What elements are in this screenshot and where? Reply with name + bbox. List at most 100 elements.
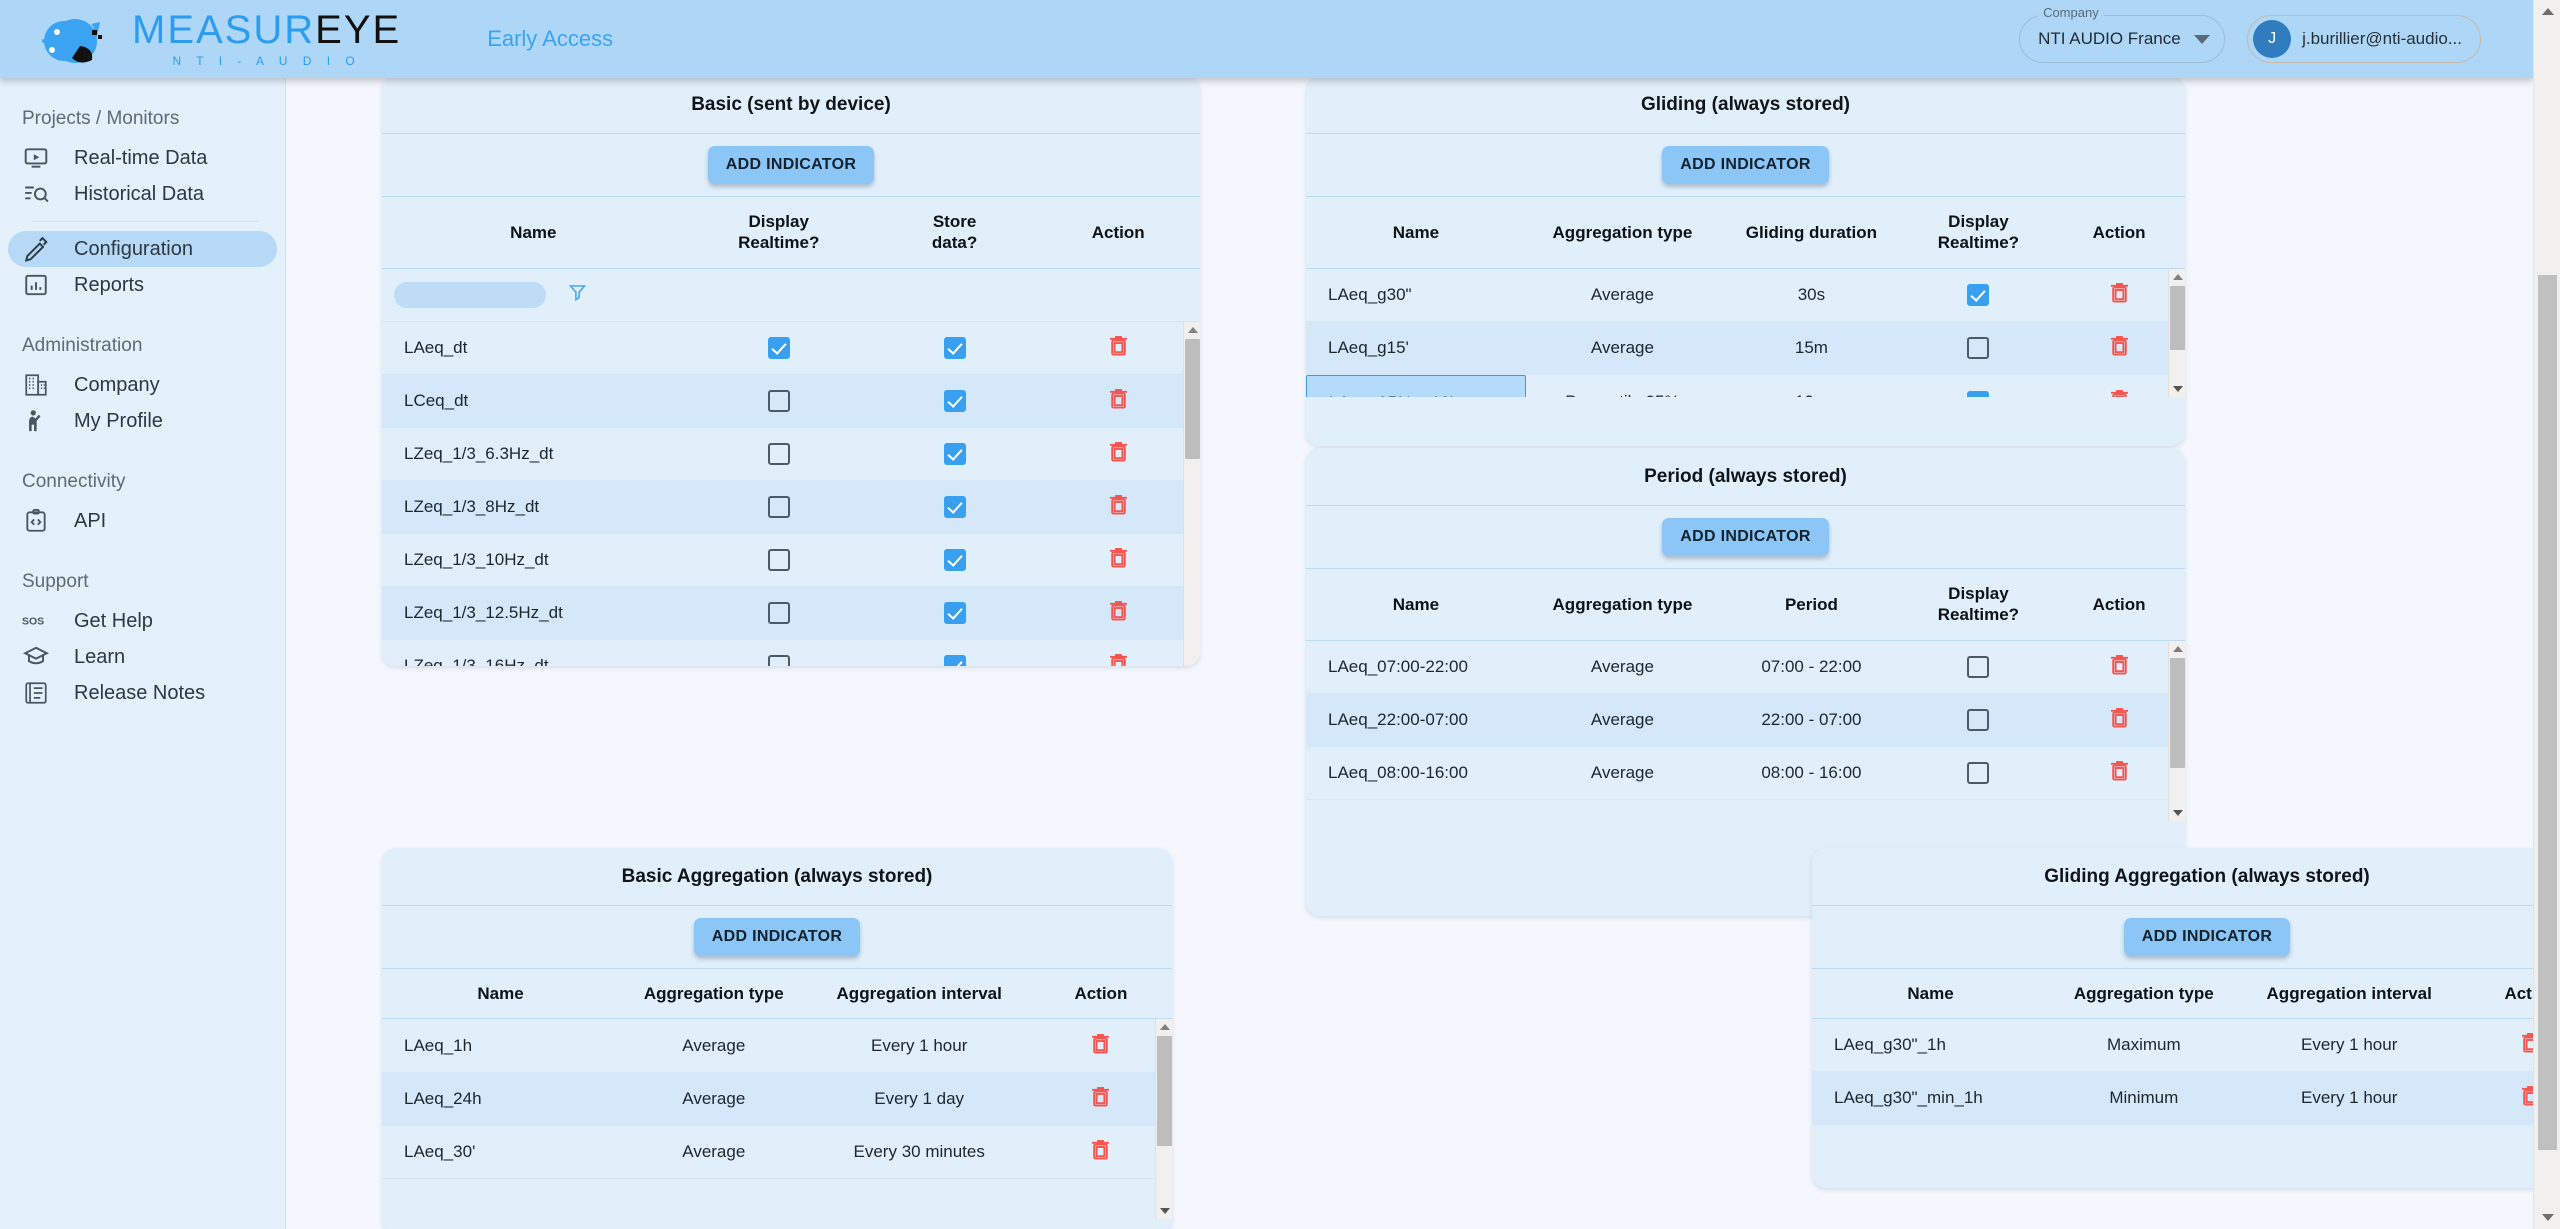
table-row[interactable]: LAeq_g30"Average30s: [1306, 269, 2185, 322]
cell-display-realtime[interactable]: [1904, 694, 2053, 747]
sidebar-item-historical-data[interactable]: Historical Data: [8, 176, 277, 212]
display-realtime-checkbox[interactable]: [1967, 709, 1989, 731]
delete-icon[interactable]: [1090, 1085, 1111, 1113]
delete-icon[interactable]: [2109, 281, 2130, 309]
add-indicator-button-basic[interactable]: ADD INDICATOR: [708, 146, 874, 184]
cell-display-realtime[interactable]: [1904, 747, 2053, 800]
cell-store-data[interactable]: [873, 534, 1037, 587]
cell-action[interactable]: [2053, 375, 2185, 397]
user-menu[interactable]: J j.burillier@nti-audio...: [2247, 15, 2481, 63]
cell-store-data[interactable]: [873, 428, 1037, 481]
cell-display-realtime[interactable]: [685, 481, 873, 534]
sidebar-item-real-time-data[interactable]: Real-time Data: [8, 140, 277, 176]
table-row[interactable]: LCeq_dt: [382, 375, 1200, 428]
cell-display-realtime[interactable]: [685, 534, 873, 587]
cell-display-realtime[interactable]: [685, 375, 873, 428]
cell-name[interactable]: LAeq_g15': [1306, 322, 1526, 375]
add-indicator-button-gliding-aggregation[interactable]: ADD INDICATOR: [2124, 918, 2290, 956]
cell-action[interactable]: [2053, 269, 2185, 322]
scrollbar-thumb[interactable]: [1185, 339, 1200, 459]
sidebar-item-api[interactable]: API: [8, 503, 277, 539]
display-realtime-checkbox[interactable]: [768, 337, 790, 359]
scrollbar-thumb[interactable]: [2170, 286, 2185, 350]
table-row[interactable]: LZeq_1/3_16Hz_dt: [382, 640, 1200, 667]
cell-action[interactable]: [2053, 747, 2185, 800]
filter-icon[interactable]: [569, 286, 586, 305]
cell-name[interactable]: LZeq_1/3_8Hz_dt: [382, 481, 685, 534]
cell-action[interactable]: [1030, 1125, 1172, 1178]
cell-name[interactable]: LAeq_g30": [1306, 269, 1526, 322]
add-indicator-button-period[interactable]: ADD INDICATOR: [1662, 518, 1828, 556]
sidebar-item-company[interactable]: Company: [8, 367, 277, 403]
cell-name[interactable]: LAeq_g30"_1h: [1812, 1019, 2049, 1072]
table-row[interactable]: LZeq_1/3_10Hz_dt: [382, 534, 1200, 587]
cell-name[interactable]: LZeq_1/3_6.3Hz_dt: [382, 428, 685, 481]
delete-icon[interactable]: [1108, 599, 1129, 627]
scroll-up-arrow-icon[interactable]: [2542, 8, 2554, 15]
display-realtime-checkbox[interactable]: [1967, 762, 1989, 784]
store-data-checkbox[interactable]: [944, 655, 966, 666]
display-realtime-checkbox[interactable]: [768, 390, 790, 412]
cell-action[interactable]: [2053, 694, 2185, 747]
cell-name[interactable]: LAeq_1h: [382, 1019, 619, 1072]
page-scrollbar[interactable]: [2533, 0, 2560, 1229]
cell-display-realtime[interactable]: [685, 322, 873, 375]
scrollbar-thumb[interactable]: [2170, 658, 2185, 768]
sidebar-item-get-help[interactable]: SOSGet Help: [8, 603, 277, 639]
display-realtime-checkbox[interactable]: [768, 602, 790, 624]
delete-icon[interactable]: [2520, 1031, 2533, 1059]
scroll-down-arrow-icon[interactable]: [2173, 810, 2183, 816]
table-row[interactable]: LAeq_95%_g10'Percentile 95%10m: [1306, 375, 2185, 397]
scroll-up-arrow-icon[interactable]: [1160, 1024, 1170, 1030]
cell-name[interactable]: LZeq_1/3_16Hz_dt: [382, 640, 685, 667]
delete-icon[interactable]: [2109, 706, 2130, 734]
scroll-down-arrow-icon[interactable]: [1160, 1208, 1170, 1214]
cell-display-realtime[interactable]: [1904, 322, 2053, 375]
cell-store-data[interactable]: [873, 481, 1037, 534]
cell-store-data[interactable]: [873, 322, 1037, 375]
delete-icon[interactable]: [1108, 334, 1129, 362]
cell-action[interactable]: [2053, 641, 2185, 694]
store-data-checkbox[interactable]: [944, 390, 966, 412]
delete-icon[interactable]: [2109, 759, 2130, 787]
scroll-up-arrow-icon[interactable]: [2173, 646, 2183, 652]
display-realtime-checkbox[interactable]: [768, 655, 790, 666]
cell-name[interactable]: LAeq_07:00-22:00: [1306, 641, 1526, 694]
cell-action[interactable]: [1036, 322, 1200, 375]
display-realtime-checkbox[interactable]: [1967, 284, 1989, 306]
delete-icon[interactable]: [1090, 1138, 1111, 1166]
table-row[interactable]: LAeq_24hAverageEvery 1 day: [382, 1072, 1172, 1125]
scroll-up-arrow-icon[interactable]: [1188, 327, 1198, 333]
delete-icon[interactable]: [1108, 440, 1129, 468]
cell-store-data[interactable]: [873, 640, 1037, 667]
cell-name[interactable]: LAeq_30': [382, 1125, 619, 1178]
page-scrollbar-thumb[interactable]: [2538, 275, 2557, 1150]
cell-action[interactable]: [2053, 322, 2185, 375]
search-input[interactable]: [394, 282, 546, 308]
delete-icon[interactable]: [1108, 652, 1129, 666]
table-row[interactable]: LAeq_dt: [382, 322, 1200, 375]
selected-name-cell[interactable]: LAeq_95%_g10': [1306, 375, 1526, 397]
cell-store-data[interactable]: [873, 587, 1037, 640]
delete-icon[interactable]: [2109, 388, 2130, 397]
delete-icon[interactable]: [1108, 546, 1129, 574]
store-data-checkbox[interactable]: [944, 602, 966, 624]
cell-name[interactable]: LAeq_22:00-07:00: [1306, 694, 1526, 747]
cell-name[interactable]: LAeq_g30"_min_1h: [1812, 1072, 2049, 1125]
table-row[interactable]: LAeq_g15'Average15m: [1306, 322, 2185, 375]
delete-icon[interactable]: [1108, 387, 1129, 415]
table-row[interactable]: LAeq_1hAverageEvery 1 hour: [382, 1019, 1172, 1072]
cell-name[interactable]: LZeq_1/3_12.5Hz_dt: [382, 587, 685, 640]
store-data-checkbox[interactable]: [944, 337, 966, 359]
cell-action[interactable]: [1030, 1072, 1172, 1125]
delete-icon[interactable]: [2109, 334, 2130, 362]
cell-display-realtime[interactable]: [685, 428, 873, 481]
cell-store-data[interactable]: [873, 375, 1037, 428]
store-data-checkbox[interactable]: [944, 549, 966, 571]
scrollbar-thumb[interactable]: [1157, 1036, 1172, 1146]
delete-icon[interactable]: [1108, 493, 1129, 521]
cell-display-realtime[interactable]: [1904, 641, 2053, 694]
sidebar-item-configuration[interactable]: Configuration: [8, 231, 277, 267]
table-row[interactable]: LAeq_30'AverageEvery 30 minutes: [382, 1125, 1172, 1178]
table-basic-aggregation-scrollbar[interactable]: [1155, 1019, 1172, 1219]
